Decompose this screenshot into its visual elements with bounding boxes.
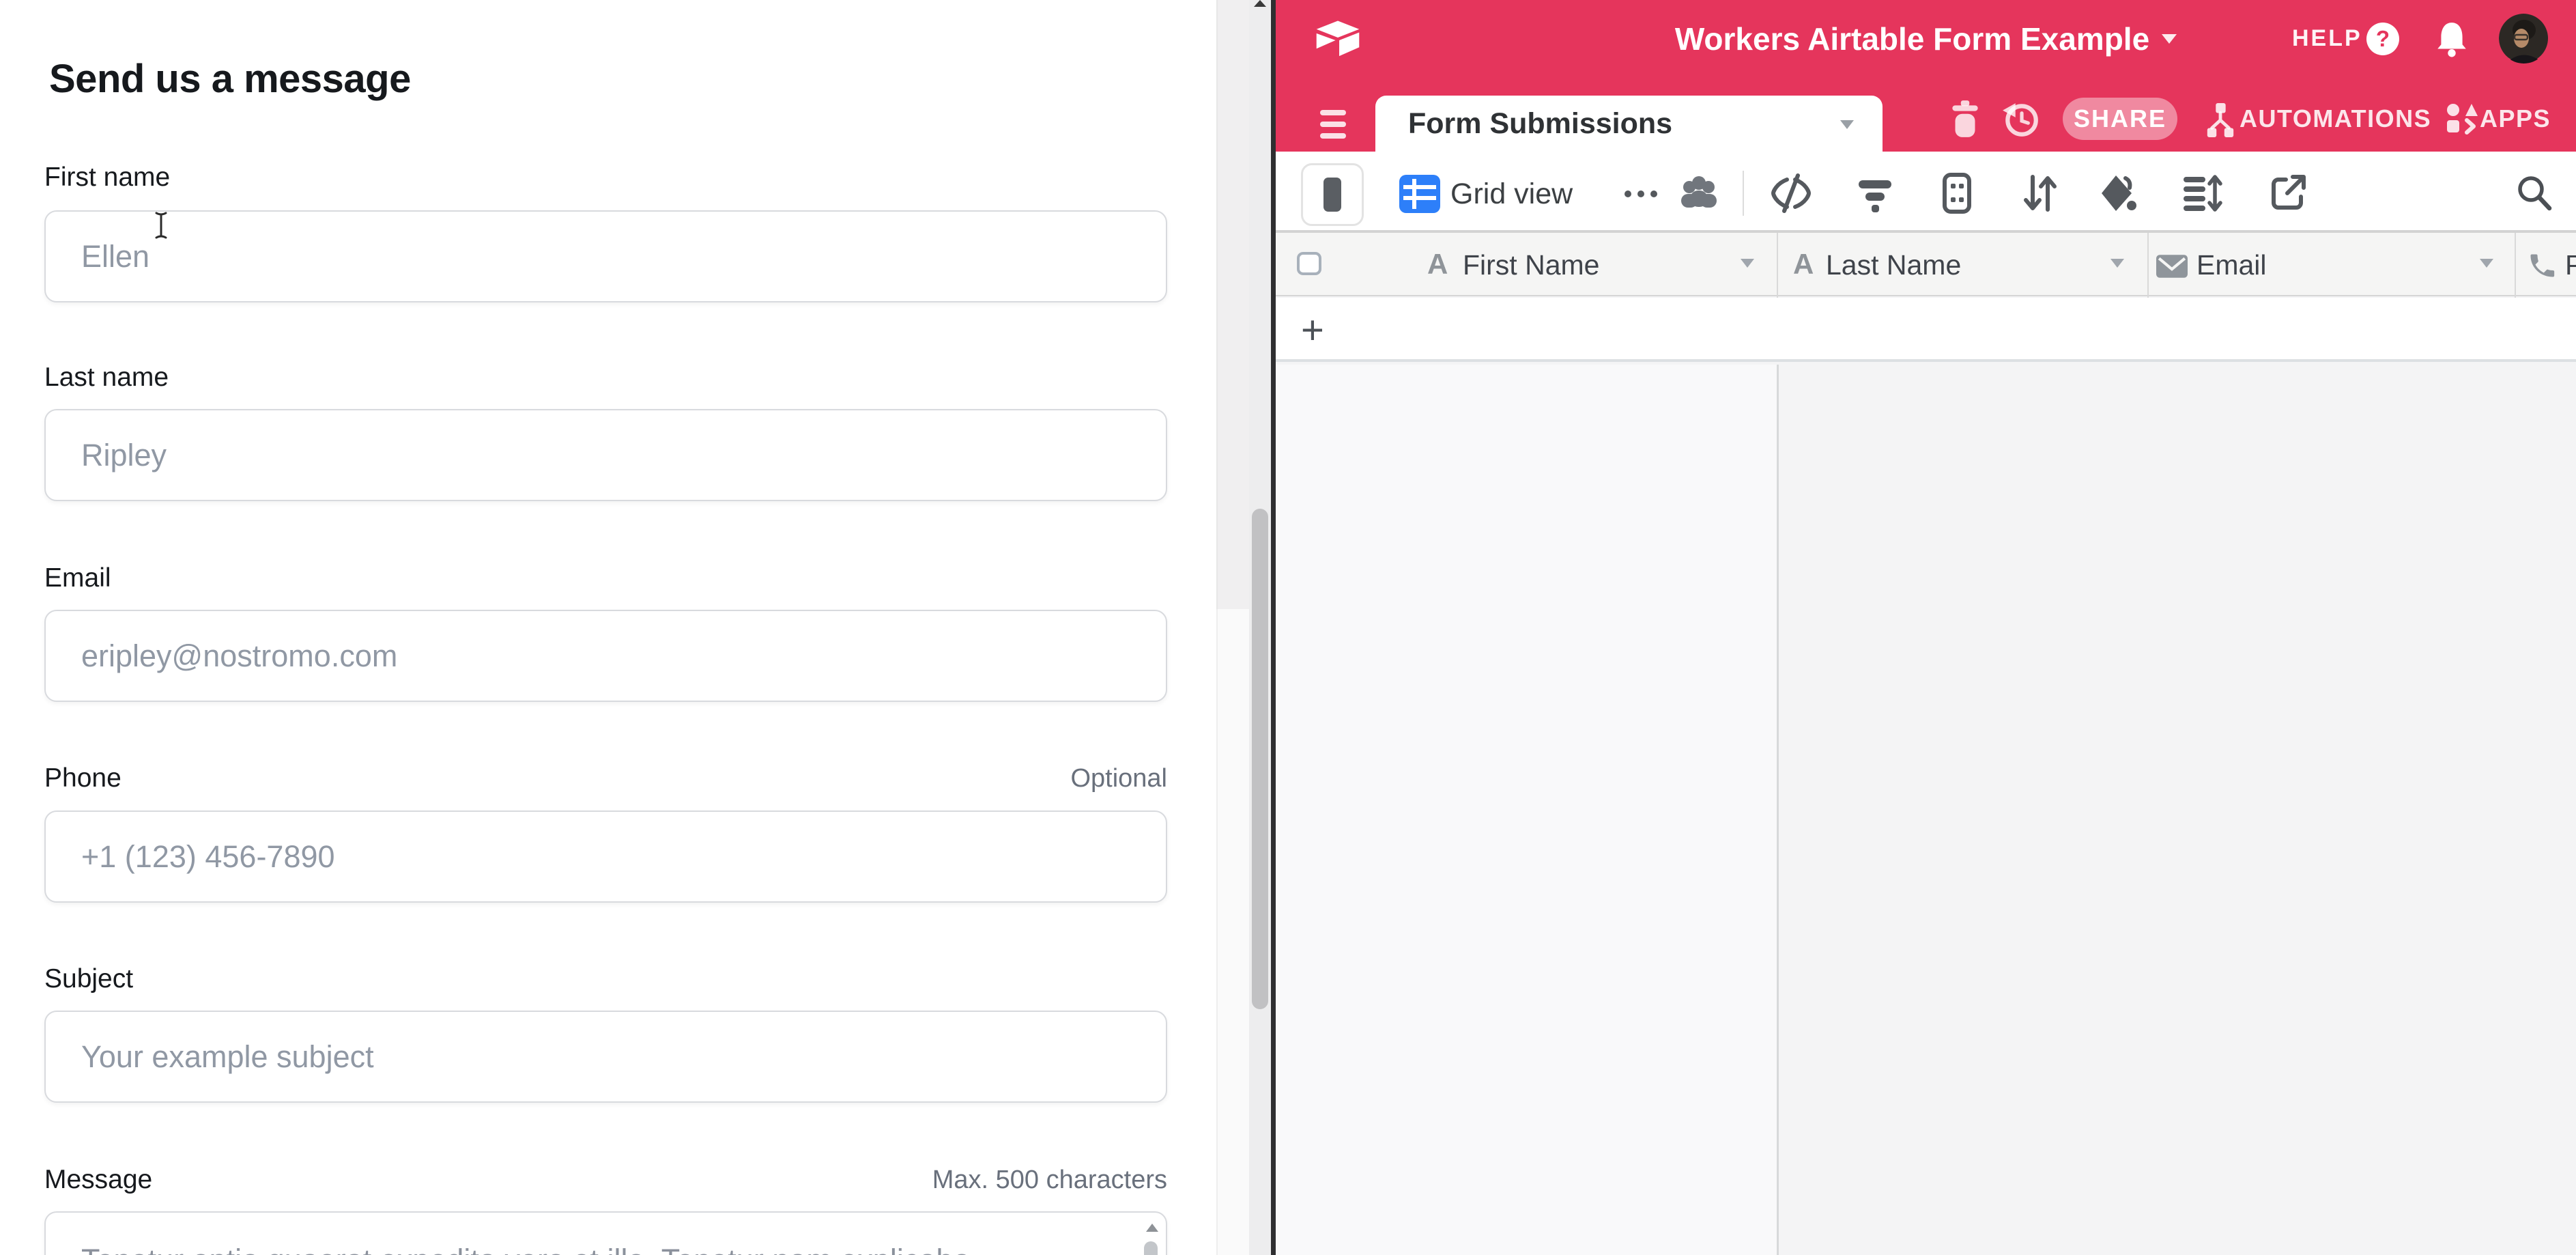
hide-fields-icon[interactable] <box>1769 171 1813 215</box>
apps-icon[interactable] <box>2444 101 2478 137</box>
add-record-plus-icon[interactable]: + <box>1301 307 1324 353</box>
first-name-label: First name <box>44 163 170 193</box>
help-button[interactable]: HELP <box>2292 0 2362 77</box>
table-tab-caret-icon <box>1840 120 1854 129</box>
scroll-up-icon[interactable] <box>1146 1224 1158 1232</box>
search-icon[interactable] <box>2513 171 2556 215</box>
share-button[interactable]: SHARE <box>2063 98 2177 140</box>
window-divider <box>1271 0 1276 1255</box>
view-options-ellipsis-icon[interactable] <box>1617 172 1665 216</box>
email-label: Email <box>44 563 111 593</box>
filter-icon[interactable] <box>1853 171 1897 215</box>
table-tab-label: Form Submissions <box>1408 107 1672 141</box>
column-header-first-name[interactable]: First Name <box>1463 249 1599 281</box>
user-avatar[interactable] <box>2499 14 2549 64</box>
sidebar-panel-icon <box>1323 178 1341 212</box>
trash-icon[interactable] <box>1947 99 1984 139</box>
row-height-icon[interactable] <box>2179 171 2223 215</box>
base-title-caret-icon <box>2162 34 2177 44</box>
toolbar-divider <box>1743 171 1744 216</box>
notifications-bell-icon[interactable] <box>2435 20 2469 57</box>
message-scrollbar[interactable] <box>1141 1218 1162 1255</box>
table-tab-form-submissions[interactable]: Form Submissions <box>1375 96 1883 152</box>
column-menu-caret-icon[interactable] <box>1741 259 1754 268</box>
phone-field-type-icon <box>2527 251 2557 281</box>
add-record-row[interactable]: + <box>1276 298 2576 362</box>
message-textarea[interactable]: Tenetur optio quaerat expedita vero et i… <box>44 1211 1167 1255</box>
first-name-input[interactable] <box>44 210 1167 302</box>
message-label: Message <box>44 1165 152 1195</box>
scrollbar-thumb[interactable] <box>1252 509 1268 1009</box>
grid-header-row: A First Name A Last Name Email Phone <box>1276 230 2576 296</box>
email-label-row: Email <box>44 563 1167 593</box>
collaborators-icon[interactable] <box>1677 172 1721 216</box>
screen: Send us a message First name Last name E… <box>0 0 2576 1255</box>
subject-label: Subject <box>44 964 133 994</box>
browser-scrollbar[interactable] <box>1249 0 1271 1255</box>
help-question-icon[interactable]: ? <box>2366 23 2399 55</box>
history-icon[interactable] <box>2001 99 2041 139</box>
column-menu-caret-icon[interactable] <box>2480 259 2493 268</box>
group-icon[interactable] <box>1935 171 1979 215</box>
share-view-icon[interactable] <box>2265 171 2309 215</box>
page-margin-strip <box>1216 0 1249 609</box>
contact-form-panel: Send us a message First name Last name E… <box>0 0 1216 1255</box>
text-cursor-icon <box>149 210 173 240</box>
message-text: Tenetur optio quaerat expedita vero et i… <box>81 1243 1091 1255</box>
menu-icon[interactable] <box>1320 110 1346 139</box>
page-margin-strip-lower <box>1216 609 1249 1255</box>
sort-icon[interactable] <box>2018 171 2061 215</box>
last-name-label: Last name <box>44 363 169 393</box>
view-name-button[interactable]: Grid view <box>1450 172 1573 216</box>
view-sidebar-toggle-button[interactable] <box>1301 163 1364 226</box>
text-field-type-icon: A <box>1793 248 1814 281</box>
select-all-checkbox[interactable] <box>1297 252 1321 275</box>
phone-label-row: Phone Optional <box>44 763 1167 793</box>
message-scroll-thumb[interactable] <box>1144 1241 1158 1255</box>
phone-optional-hint: Optional <box>1070 764 1167 793</box>
first-name-label-row: First name <box>44 163 1167 193</box>
airtable-app-bar: Workers Airtable Form Example HELP ? <box>1276 0 2576 77</box>
column-header-email[interactable]: Email <box>2196 249 2267 281</box>
email-field-type-icon <box>2156 255 2188 278</box>
frozen-column-divider[interactable] <box>1777 365 1779 1255</box>
column-header-phone[interactable]: Phone <box>2565 249 2576 281</box>
phone-input[interactable] <box>44 810 1167 903</box>
airtable-window: Workers Airtable Form Example HELP ? <box>1276 0 2576 1255</box>
last-name-input[interactable] <box>44 409 1167 501</box>
grid-body-area <box>1777 365 2576 1255</box>
text-field-type-icon: A <box>1427 248 1448 281</box>
grid-body-primary-area <box>1276 365 1777 1255</box>
message-max-hint: Max. 500 characters <box>932 1166 1167 1195</box>
scrollbar-up-icon[interactable] <box>1254 0 1266 7</box>
view-toolbar: Grid view <box>1276 152 2576 230</box>
automations-button[interactable]: AUTOMATIONS <box>2239 98 2431 140</box>
base-title[interactable]: Workers Airtable Form Example <box>1675 20 2149 57</box>
automations-icon[interactable] <box>2204 101 2237 139</box>
last-name-label-row: Last name <box>44 363 1167 393</box>
email-input[interactable] <box>44 610 1167 702</box>
column-menu-caret-icon[interactable] <box>2110 259 2124 268</box>
column-header-last-name[interactable]: Last Name <box>1826 249 1961 281</box>
color-icon[interactable] <box>2095 171 2139 215</box>
message-label-row: Message Max. 500 characters <box>44 1165 1167 1195</box>
page-title: Send us a message <box>49 56 411 102</box>
grid-view-icon <box>1398 172 1442 216</box>
apps-button[interactable]: APPS <box>2480 98 2551 140</box>
subject-label-row: Subject <box>44 964 1167 994</box>
phone-label: Phone <box>44 763 121 793</box>
subject-input[interactable] <box>44 1011 1167 1103</box>
